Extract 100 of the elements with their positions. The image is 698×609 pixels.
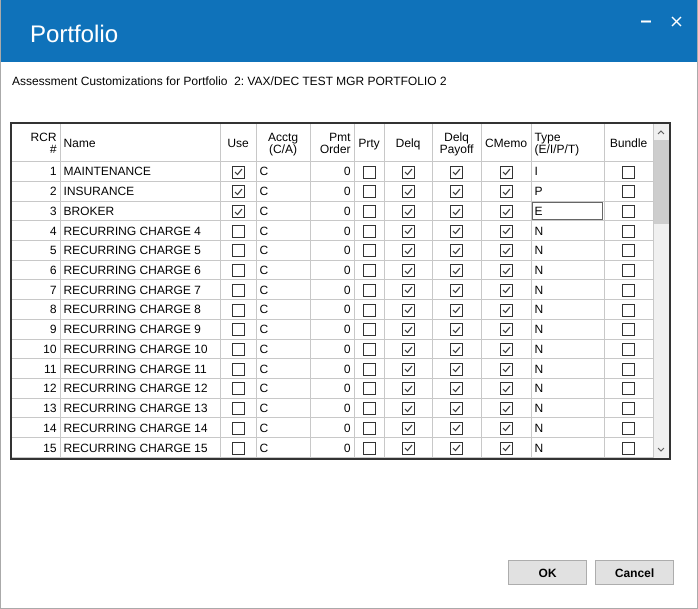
checkbox[interactable] — [500, 185, 512, 198]
checkbox[interactable] — [450, 224, 463, 238]
checkbox[interactable] — [500, 284, 512, 297]
checkbox[interactable] — [622, 362, 635, 376]
checkbox[interactable] — [500, 323, 512, 336]
checkbox[interactable] — [450, 402, 463, 416]
checkbox[interactable] — [500, 442, 512, 455]
checkbox[interactable] — [500, 166, 512, 179]
checkbox[interactable] — [232, 304, 244, 317]
name-cell: RECURRING CHARGE 6 — [60, 260, 220, 280]
checkbox[interactable] — [622, 343, 635, 356]
checkbox[interactable] — [402, 382, 414, 396]
checkbox[interactable] — [450, 442, 463, 455]
checkbox[interactable] — [232, 284, 244, 297]
checkbox[interactable] — [402, 343, 414, 356]
checkbox[interactable] — [622, 244, 635, 258]
checkbox[interactable] — [362, 382, 376, 396]
checkbox[interactable] — [402, 224, 414, 238]
checkbox[interactable] — [362, 402, 376, 416]
checkbox[interactable] — [232, 422, 244, 435]
checkbox[interactable] — [450, 185, 463, 198]
checkbox[interactable] — [402, 166, 414, 179]
checkbox[interactable] — [232, 205, 244, 218]
checkbox[interactable] — [402, 402, 414, 416]
checkbox[interactable] — [500, 244, 512, 258]
checkbox[interactable] — [622, 284, 635, 297]
checkbox[interactable] — [500, 382, 512, 396]
checkbox[interactable] — [450, 323, 463, 336]
checkbox[interactable] — [450, 362, 463, 376]
checkbox[interactable] — [232, 442, 244, 455]
checkbox[interactable] — [362, 442, 376, 455]
checkbox[interactable] — [402, 264, 414, 278]
checkbox[interactable] — [500, 422, 512, 435]
checkbox[interactable] — [450, 284, 463, 297]
checkbox[interactable] — [362, 264, 376, 278]
checkbox[interactable] — [500, 224, 512, 238]
checkbox[interactable] — [622, 166, 635, 179]
checkbox[interactable] — [232, 185, 244, 198]
checkbox[interactable] — [362, 284, 376, 297]
checkbox[interactable] — [232, 244, 244, 258]
checkbox[interactable] — [622, 205, 635, 218]
checkbox[interactable] — [232, 166, 244, 179]
name-cell: RECURRING CHARGE 8 — [60, 300, 220, 320]
checkbox[interactable] — [450, 422, 463, 435]
checkbox[interactable] — [450, 166, 463, 179]
scroll-down-icon[interactable] — [657, 447, 666, 452]
checkbox[interactable] — [362, 244, 376, 258]
checkbox[interactable] — [362, 205, 376, 218]
checkbox[interactable] — [500, 343, 512, 356]
checkbox[interactable] — [622, 402, 635, 416]
checkbox[interactable] — [402, 304, 414, 317]
checkbox[interactable] — [500, 205, 512, 218]
checkbox[interactable] — [232, 343, 244, 356]
pmt-order-cell: 0 — [310, 220, 354, 240]
checkbox[interactable] — [362, 343, 376, 356]
checkbox[interactable] — [450, 264, 463, 278]
scroll-up-icon[interactable] — [657, 130, 666, 135]
checkbox[interactable] — [362, 224, 376, 238]
checkbox[interactable] — [232, 362, 244, 376]
checkbox[interactable] — [232, 382, 244, 396]
checkbox[interactable] — [402, 442, 414, 455]
checkbox[interactable] — [500, 402, 512, 416]
checkbox[interactable] — [232, 224, 244, 238]
checkbox[interactable] — [362, 304, 376, 317]
rcr-header: RCR # — [12, 124, 60, 162]
checkbox[interactable] — [450, 205, 463, 218]
checkbox[interactable] — [622, 442, 635, 455]
ok-button[interactable]: OK — [508, 560, 587, 585]
checkbox[interactable] — [402, 362, 414, 376]
scrollbar[interactable] — [654, 124, 669, 458]
checkbox[interactable] — [402, 244, 414, 258]
checkbox[interactable] — [402, 284, 414, 297]
checkbox[interactable] — [402, 205, 414, 218]
checkbox[interactable] — [362, 362, 376, 376]
checkbox[interactable] — [232, 264, 244, 278]
checkbox[interactable] — [362, 422, 376, 435]
checkbox[interactable] — [500, 264, 512, 278]
checkbox[interactable] — [232, 323, 244, 336]
checkbox[interactable] — [450, 244, 463, 258]
checkbox[interactable] — [622, 185, 635, 198]
checkbox[interactable] — [232, 402, 244, 416]
checkbox[interactable] — [402, 422, 414, 435]
checkbox[interactable] — [622, 304, 635, 317]
checkbox[interactable] — [450, 343, 463, 356]
checkbox[interactable] — [362, 323, 376, 336]
checkbox[interactable] — [500, 362, 512, 376]
checkbox[interactable] — [622, 323, 635, 336]
checkbox[interactable] — [362, 166, 376, 179]
checkbox[interactable] — [450, 382, 463, 396]
checkbox[interactable] — [402, 185, 414, 198]
checkbox[interactable] — [402, 323, 414, 336]
cancel-button[interactable]: Cancel — [595, 560, 674, 585]
checkbox[interactable] — [362, 185, 376, 198]
scroll-thumb[interactable] — [654, 140, 669, 224]
checkbox[interactable] — [622, 224, 635, 238]
checkbox[interactable] — [500, 304, 512, 317]
checkbox[interactable] — [622, 422, 635, 435]
checkbox[interactable] — [622, 382, 635, 396]
checkbox[interactable] — [622, 264, 635, 278]
checkbox[interactable] — [450, 304, 463, 317]
